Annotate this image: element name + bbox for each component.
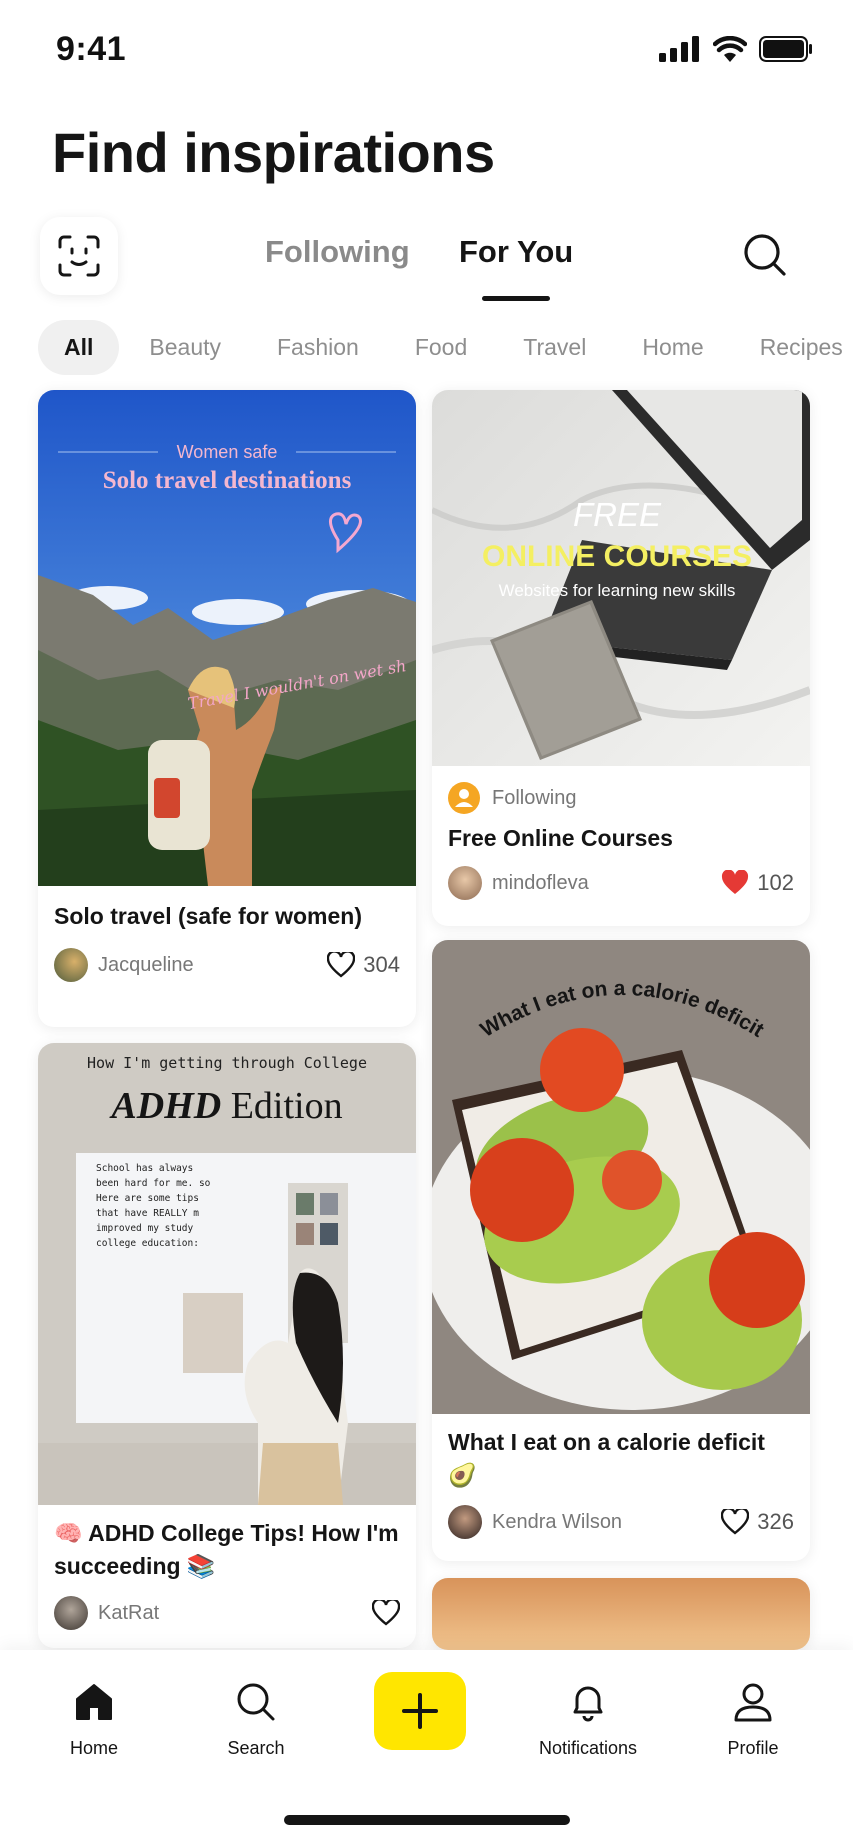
college-photo: How I'm getting through College ADHD Edi…	[38, 1043, 416, 1505]
chip-recipes[interactable]: Recipes	[734, 320, 853, 375]
chip-travel[interactable]: Travel	[497, 320, 612, 375]
page-title: Find inspirations	[52, 121, 495, 184]
nav-home-label: Home	[69, 1738, 118, 1758]
avatar[interactable]	[448, 1505, 482, 1539]
home-icon	[76, 1684, 112, 1720]
nav-home[interactable]: Home	[34, 1678, 154, 1759]
post-image	[432, 1578, 810, 1650]
wifi-icon	[713, 36, 747, 62]
post-title[interactable]: 🧠 ADHD College Tips! How I'm succeeding …	[38, 1517, 416, 1583]
plus-icon	[402, 1693, 438, 1729]
overlay-title: ADHD Edition	[109, 1085, 342, 1127]
post-title[interactable]: Free Online Courses	[432, 822, 810, 855]
post-card-partial[interactable]	[432, 1578, 810, 1650]
home-indicator[interactable]	[284, 1815, 570, 1825]
battery-icon	[759, 36, 812, 62]
author-name[interactable]: Kendra Wilson	[492, 1511, 721, 1534]
person-badge-icon	[448, 782, 480, 814]
heart-outline-icon	[372, 1600, 400, 1626]
overlay-big-text: Solo travel destinations	[103, 467, 352, 494]
post-card-online-courses[interactable]: FREE ONLINE COURSES Websites for learnin…	[432, 390, 810, 926]
nav-notifications[interactable]: Notifications	[528, 1678, 648, 1759]
following-label: Following	[492, 786, 577, 809]
status-bar: 9:41	[0, 0, 853, 100]
heart-outline-icon	[721, 1509, 750, 1535]
board-note-text: School has always been hard for me. so H…	[96, 1163, 211, 1249]
overlay-free-text: FREE	[573, 496, 662, 533]
like-count: 326	[757, 1509, 794, 1534]
person-icon	[734, 1683, 772, 1722]
tab-for-you[interactable]: For You	[459, 234, 573, 270]
post-image: FREE ONLINE COURSES Websites for learnin…	[432, 390, 810, 766]
post-meta: Kendra Wilson 326	[432, 1502, 810, 1542]
post-title[interactable]: What I eat on a calorie deficit 🥑	[432, 1426, 810, 1492]
avatar[interactable]	[54, 1596, 88, 1630]
overlay-courses-text: ONLINE COURSES	[482, 540, 752, 573]
tab-following[interactable]: Following	[265, 234, 410, 270]
active-tab-indicator	[482, 296, 550, 301]
like-count: 304	[363, 952, 400, 977]
avatar[interactable]	[448, 866, 482, 900]
search-icon	[237, 1683, 275, 1721]
search-button[interactable]	[742, 232, 788, 283]
category-chips: All Beauty Fashion Food Travel Home Recipes	[38, 320, 853, 375]
create-post-button[interactable]	[374, 1672, 466, 1750]
like-button[interactable]	[372, 1600, 400, 1626]
chip-beauty[interactable]: Beauty	[123, 320, 247, 375]
post-meta: mindofleva 102	[432, 863, 810, 903]
chip-all[interactable]: All	[38, 320, 120, 375]
nav-profile-label: Profile	[727, 1738, 779, 1758]
travel-photo: Women safe Solo travel destinations Trav…	[38, 390, 416, 886]
post-card-adhd[interactable]: How I'm getting through College ADHD Edi…	[38, 1043, 416, 1648]
like-button[interactable]: 326	[721, 1509, 794, 1535]
chip-food[interactable]: Food	[389, 320, 493, 375]
following-status: Following	[432, 778, 810, 818]
heart-outline-icon	[327, 952, 356, 978]
nav-search-label: Search	[227, 1738, 285, 1758]
post-card-calorie-deficit[interactable]: What I eat on a calorie deficit What I e…	[432, 940, 810, 1561]
nav-search[interactable]: Search	[196, 1678, 316, 1759]
like-button[interactable]: 102	[721, 870, 794, 896]
signal-icon	[659, 36, 699, 62]
status-time: 9:41	[56, 30, 127, 68]
nav-notifications-label: Notifications	[538, 1738, 638, 1758]
search-icon	[744, 234, 786, 276]
avatar[interactable]	[54, 948, 88, 982]
heart-filled-icon	[722, 870, 749, 894]
post-card-solo-travel[interactable]: Women safe Solo travel destinations Trav…	[38, 390, 416, 1027]
overlay-small-text: Women safe	[177, 442, 278, 462]
post-image: How I'm getting through College ADHD Edi…	[38, 1043, 416, 1505]
author-name[interactable]: mindofleva	[492, 872, 721, 895]
like-count: 102	[757, 870, 794, 895]
like-button[interactable]: 304	[327, 952, 400, 978]
overlay-small-text: How I'm getting through College	[87, 1054, 367, 1072]
feed-tabs: Following For You	[0, 228, 853, 308]
overlay-subtitle-text: Websites for learning new skills	[499, 581, 736, 600]
nav-profile[interactable]: Profile	[693, 1678, 813, 1759]
chip-fashion[interactable]: Fashion	[251, 320, 385, 375]
avocado-toast-photo: What I eat on a calorie deficit	[432, 940, 810, 1414]
bell-icon	[573, 1686, 603, 1722]
author-name[interactable]: KatRat	[98, 1602, 372, 1625]
post-meta: Jacqueline 304	[38, 945, 416, 985]
post-image: Women safe Solo travel destinations Trav…	[38, 390, 416, 886]
post-title[interactable]: Solo travel (safe for women)	[38, 900, 416, 933]
laptop-photo: FREE ONLINE COURSES Websites for learnin…	[432, 390, 810, 766]
post-meta: KatRat	[38, 1593, 416, 1633]
status-icons	[659, 36, 813, 62]
chip-home[interactable]: Home	[616, 320, 729, 375]
post-image: What I eat on a calorie deficit	[432, 940, 810, 1414]
author-name[interactable]: Jacqueline	[98, 954, 327, 977]
